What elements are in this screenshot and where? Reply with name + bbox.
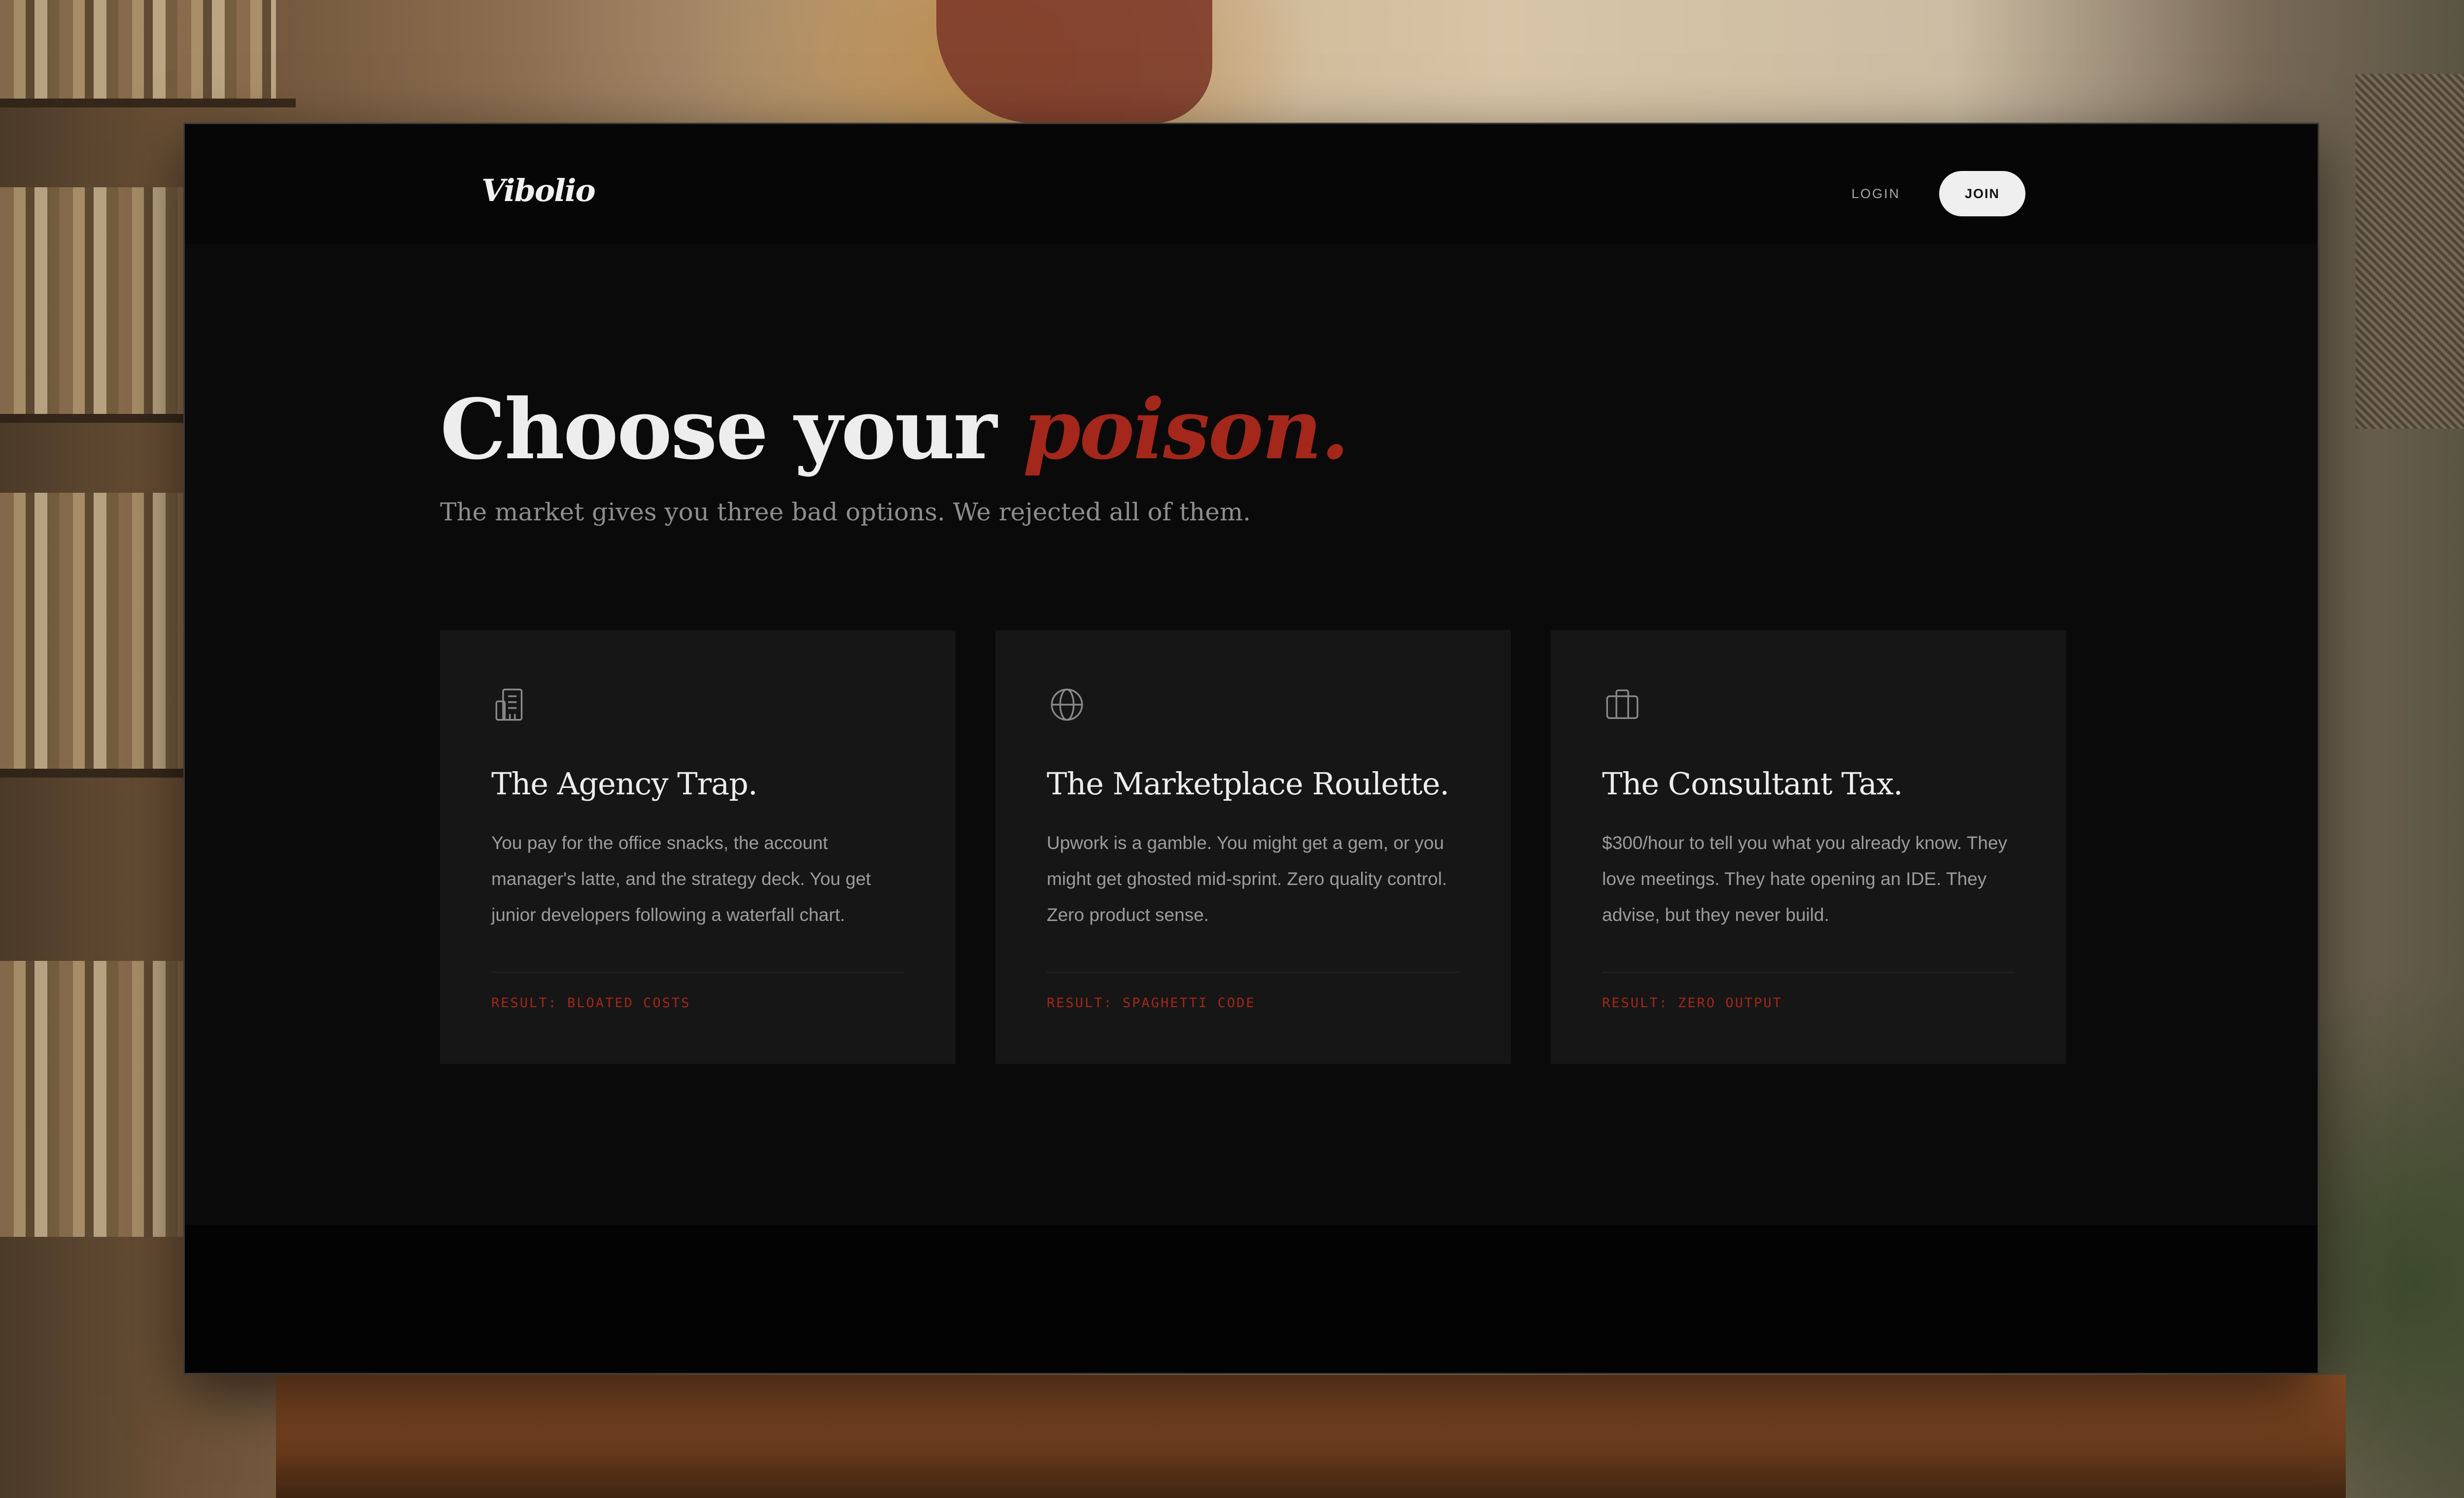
card-marketplace-roulette: The Marketplace Roulette. Upwork is a ga… xyxy=(995,630,1511,1064)
background-decor xyxy=(936,0,1212,123)
login-link[interactable]: LOGIN xyxy=(1851,186,1900,202)
background-desk xyxy=(276,1375,2346,1498)
card-body: $300/hour to tell you what you already k… xyxy=(1602,833,2008,925)
card-divider xyxy=(1602,972,2015,973)
card-title: The Agency Trap. xyxy=(491,766,758,802)
card-result: RESULT: SPAGHETTI CODE xyxy=(1047,995,1256,1011)
card-consultant-tax: The Consultant Tax. $300/hour to tell yo… xyxy=(1551,630,2066,1064)
card-result: RESULT: ZERO OUTPUT xyxy=(1602,995,1782,1011)
card-agency-trap: The Agency Trap. You pay for the office … xyxy=(440,630,956,1064)
background-bookshelf xyxy=(0,0,276,99)
footer-band xyxy=(185,1225,2318,1373)
card-divider xyxy=(1047,972,1460,973)
hero-title: Choose your poison. xyxy=(440,380,1350,478)
briefcase-icon xyxy=(1606,689,1639,719)
browser-window: Vibolio LOGIN JOIN Choose your poison. T… xyxy=(183,123,2319,1374)
hero-subtitle: The market gives you three bad options. … xyxy=(440,498,1251,526)
hero-title-accent: poison. xyxy=(1023,380,1350,478)
card-title: The Marketplace Roulette. xyxy=(1047,766,1449,802)
office-building-icon xyxy=(495,688,523,721)
background-shelf xyxy=(0,99,296,107)
card-body: You pay for the office snacks, the accou… xyxy=(491,833,871,925)
top-navbar: Vibolio LOGIN JOIN xyxy=(185,124,2318,244)
card-divider xyxy=(491,972,904,973)
background-artwork xyxy=(2356,74,2464,429)
card-body: Upwork is a gamble. You might get a gem,… xyxy=(1047,833,1447,925)
card-title: The Consultant Tax. xyxy=(1602,766,1903,802)
globe-icon xyxy=(1051,688,1083,721)
card-result: RESULT: BLOATED COSTS xyxy=(491,995,691,1011)
hero-title-prefix: Choose your xyxy=(440,380,1023,478)
site-logo[interactable]: Vibolio xyxy=(481,172,596,208)
join-button[interactable]: JOIN xyxy=(1939,171,2025,216)
